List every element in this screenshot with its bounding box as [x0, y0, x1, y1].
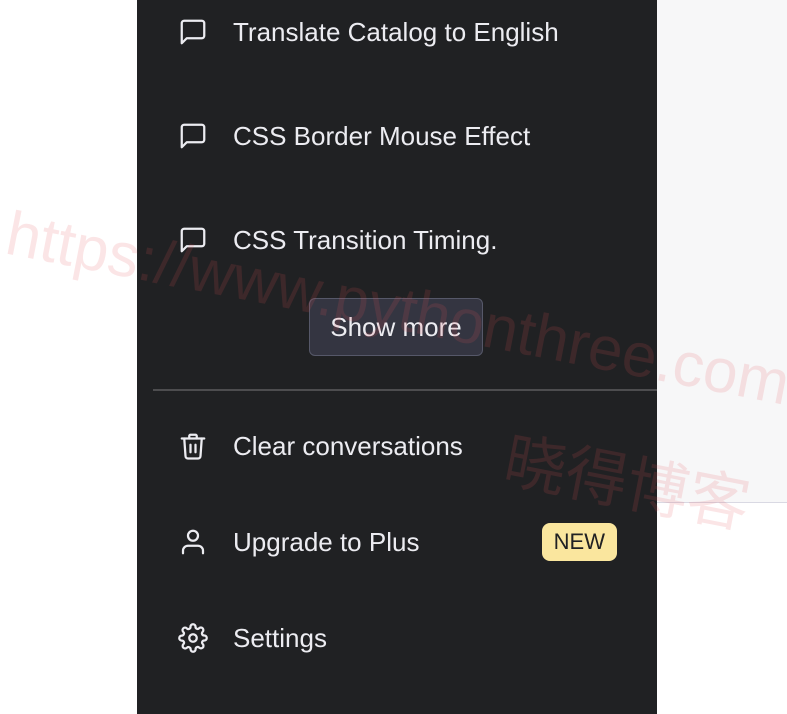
history-item-translate-catalog[interactable]: Translate Catalog to English: [177, 10, 617, 54]
upgrade-label: Upgrade to Plus: [233, 526, 420, 557]
history-item-label: CSS Transition Timing.: [233, 224, 498, 255]
user-icon: [177, 526, 209, 558]
clear-conversations-button[interactable]: Clear conversations: [177, 424, 617, 468]
settings-label: Settings: [233, 622, 327, 653]
new-badge: NEW: [541, 523, 617, 561]
sidebar-divider: [153, 389, 657, 391]
trash-icon: [177, 430, 209, 462]
history-item-label: CSS Border Mouse Effect: [233, 120, 531, 151]
history-item-css-transition[interactable]: CSS Transition Timing.: [177, 218, 617, 262]
history-item-label: Translate Catalog to English: [233, 16, 559, 47]
settings-button[interactable]: Settings: [177, 616, 617, 660]
gear-icon: [177, 622, 209, 654]
chat-bubble-icon: [177, 16, 209, 48]
show-more-button[interactable]: Show more: [309, 298, 483, 356]
upgrade-to-plus-button[interactable]: Upgrade to Plus NEW: [177, 520, 617, 564]
history-item-css-border[interactable]: CSS Border Mouse Effect: [177, 114, 617, 158]
chat-bubble-icon: [177, 224, 209, 256]
sidebar: Translate Catalog to English CSS Border …: [137, 0, 657, 714]
clear-conversations-label: Clear conversations: [233, 430, 463, 461]
main-content-area: [657, 0, 787, 503]
chat-bubble-icon: [177, 120, 209, 152]
